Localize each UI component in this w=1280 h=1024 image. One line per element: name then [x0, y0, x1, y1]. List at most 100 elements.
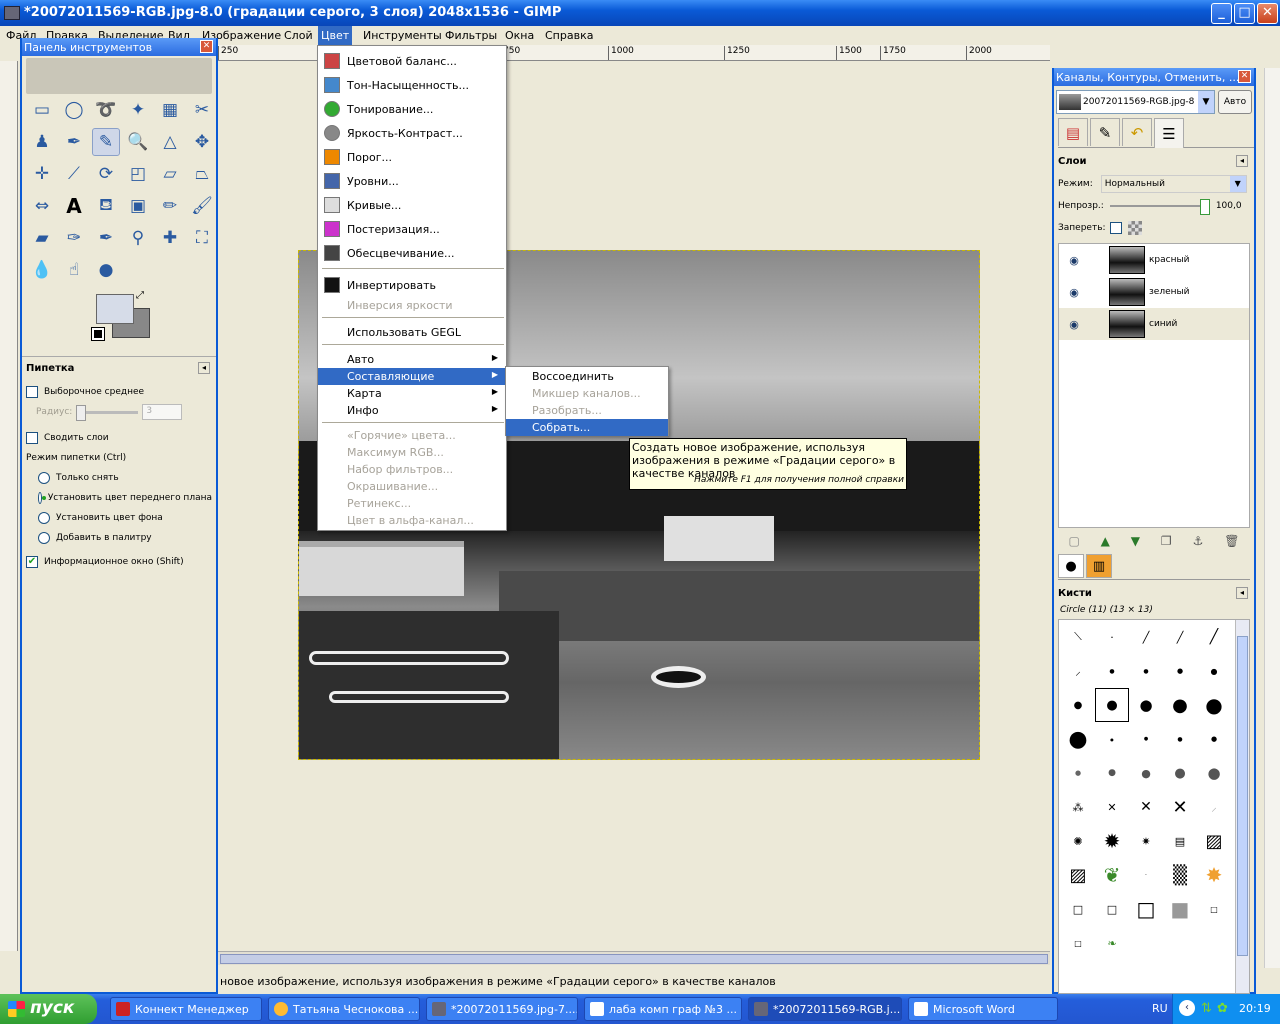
brush-item[interactable]: ● [1163, 688, 1197, 722]
rect-select-icon[interactable]: ▭ [28, 96, 56, 124]
menu-item-map[interactable]: Карта ▶ [318, 385, 506, 402]
eraser-icon[interactable]: ▰ [28, 224, 56, 252]
zoom-icon[interactable]: 🔍 [124, 128, 152, 156]
foreground-color[interactable] [96, 294, 134, 324]
image-combo[interactable]: 20072011569-RGB.jpg-8 ▼ [1056, 90, 1215, 114]
radio-icon[interactable] [38, 532, 50, 544]
menu-item-retinex[interactable]: Ретинекс... [318, 495, 506, 512]
measure-icon[interactable]: △ [156, 128, 184, 156]
mode-set-background[interactable]: Установить цвет фона [26, 508, 212, 528]
menu-item-decompose[interactable]: Разобрать... [506, 402, 668, 419]
default-colors-icon[interactable] [91, 327, 105, 341]
brush-item[interactable]: ■ [1163, 892, 1197, 926]
brush-item[interactable]: □ [1095, 892, 1129, 926]
opacity-value[interactable]: 100,0 [1216, 201, 1242, 211]
brush-item[interactable]: □ [1197, 892, 1231, 926]
fuzzy-select-icon[interactable]: ✦ [124, 96, 152, 124]
brushes-menu-button[interactable]: ◂ [1236, 587, 1248, 599]
pencil-icon[interactable]: ✏ [156, 192, 184, 220]
tab-undo[interactable]: ↶ [1122, 118, 1152, 146]
menu-item-channel-mixer[interactable]: Микшер каналов... [506, 385, 668, 402]
menu-layer[interactable]: Слой [284, 29, 313, 42]
menu-colors[interactable]: Цвет [318, 26, 353, 45]
chevron-down-icon[interactable]: ▼ [1198, 91, 1214, 113]
menu-item-value-invert[interactable]: Инверсия яркости [318, 297, 506, 314]
brush-item[interactable]: ⁂ [1061, 790, 1095, 824]
brush-item[interactable]: ● [1095, 722, 1129, 756]
duplicate-layer-icon[interactable]: ❐ [1161, 534, 1172, 548]
radio-icon[interactable] [38, 492, 46, 504]
menu-item-hot[interactable]: «Горячие» цвета... [318, 427, 506, 444]
brush-item[interactable]: □ [1061, 926, 1095, 960]
lock-pixels-checkbox[interactable] [1109, 222, 1122, 234]
brushes-scrollbar[interactable] [1235, 620, 1249, 993]
network-icon[interactable]: ⇅ [1201, 1001, 1212, 1016]
rotate-icon[interactable]: ⟳ [92, 160, 120, 188]
opacity-slider[interactable] [1109, 199, 1210, 215]
info-window-row[interactable]: ✔ Информационное окно (Shift) [26, 552, 212, 572]
brush-item[interactable]: ● [1061, 722, 1095, 756]
crop-icon[interactable]: ⟋ [60, 160, 88, 188]
gimp-app-icon[interactable] [4, 6, 20, 20]
layer-row[interactable]: ◉ красный [1059, 244, 1249, 276]
pepper-brush-icon[interactable]: ❦ [1095, 858, 1129, 892]
brush-item[interactable]: ● [1061, 756, 1095, 790]
smudge-icon[interactable]: ☝ [60, 256, 88, 284]
menu-item-max-rgb[interactable]: Максимум RGB... [318, 444, 506, 461]
brush-item[interactable]: ▨ [1061, 858, 1095, 892]
menu-item-filter-pack[interactable]: Набор фильтров... [318, 461, 506, 478]
sample-average-checkbox[interactable] [26, 386, 38, 398]
brush-item[interactable]: ● [1197, 756, 1231, 790]
new-layer-icon[interactable]: ▢ [1068, 534, 1079, 548]
sample-merged-checkbox[interactable] [26, 432, 38, 444]
delete-layer-icon[interactable]: 🗑 [1224, 534, 1239, 548]
info-window-checkbox[interactable]: ✔ [26, 556, 38, 568]
menu-item-posterize[interactable]: Постеризация... [318, 217, 506, 241]
menu-item-invert[interactable]: Инвертировать [318, 273, 506, 297]
taskbar-item[interactable]: Татьяна Чеснокова ... [268, 997, 420, 1021]
language-indicator[interactable]: RU [1152, 1002, 1168, 1015]
perspective-icon[interactable]: ⏢ [188, 160, 216, 188]
tray-app-icon[interactable]: ✿ [1217, 1001, 1228, 1016]
sparks-brush-icon[interactable]: ✸ [1197, 858, 1231, 892]
brush-item[interactable]: ✕ [1129, 790, 1163, 824]
airbrush-icon[interactable]: ✑ [60, 224, 88, 252]
menu-item-desaturate[interactable]: Обесцвечивание... [318, 241, 506, 265]
brush-item[interactable]: ● [1129, 688, 1163, 722]
shear-icon[interactable]: ▱ [156, 160, 184, 188]
brush-item[interactable]: ● [1163, 756, 1197, 790]
bucket-fill-icon[interactable]: ⛾ [92, 192, 120, 220]
paintbrush-icon[interactable]: 🖌 [188, 192, 216, 220]
start-button[interactable]: пуск [0, 994, 97, 1024]
eye-icon[interactable]: ◉ [1059, 254, 1089, 267]
move-icon[interactable]: ✥ [188, 128, 216, 156]
brush-item[interactable]: ✷ [1129, 824, 1163, 858]
text-icon[interactable]: A [60, 192, 88, 220]
tab-paths[interactable]: ✎ [1090, 118, 1120, 146]
toolbox-title-bar[interactable]: Панель инструментов ✕ [22, 38, 216, 56]
dock-title-bar[interactable]: Каналы, Контуры, Отменить, ... ✕ [1054, 68, 1254, 86]
layer-row[interactable]: ◉ зеленый [1059, 276, 1249, 308]
brush-item[interactable]: ● [1129, 654, 1163, 688]
eye-icon[interactable]: ◉ [1059, 286, 1089, 299]
menu-item-use-gegl[interactable]: Использовать GEGL [318, 324, 506, 341]
menu-item-color-balance[interactable]: Цветовой баланс... [318, 49, 506, 73]
brush-item[interactable]: · [1095, 620, 1129, 654]
blur-icon[interactable]: 💧 [28, 256, 56, 284]
radio-icon[interactable] [38, 472, 50, 484]
scissors-icon[interactable]: ✂ [188, 96, 216, 124]
tab-layers[interactable]: ☰ [1154, 118, 1184, 148]
brush-item[interactable]: ╱ [1163, 620, 1197, 654]
menu-item-recompose[interactable]: Воссоединить [506, 368, 668, 385]
brush-item[interactable]: ● [1129, 722, 1163, 756]
free-select-icon[interactable]: ➰ [92, 96, 120, 124]
ink-icon[interactable]: ✒ [92, 224, 120, 252]
brush-item[interactable]: ⸝ [1197, 790, 1231, 824]
menu-item-threshold[interactable]: Порог... [318, 145, 506, 169]
brush-item[interactable]: □ [1061, 892, 1095, 926]
select-by-color-icon[interactable]: ▦ [156, 96, 184, 124]
taskbar-item[interactable]: Коннект Менеджер [110, 997, 262, 1021]
clock[interactable]: 20:19 [1239, 1002, 1271, 1015]
sample-merged-row[interactable]: Сводить слои [26, 428, 212, 448]
menu-item-components[interactable]: Составляющие ▶ [318, 368, 506, 385]
